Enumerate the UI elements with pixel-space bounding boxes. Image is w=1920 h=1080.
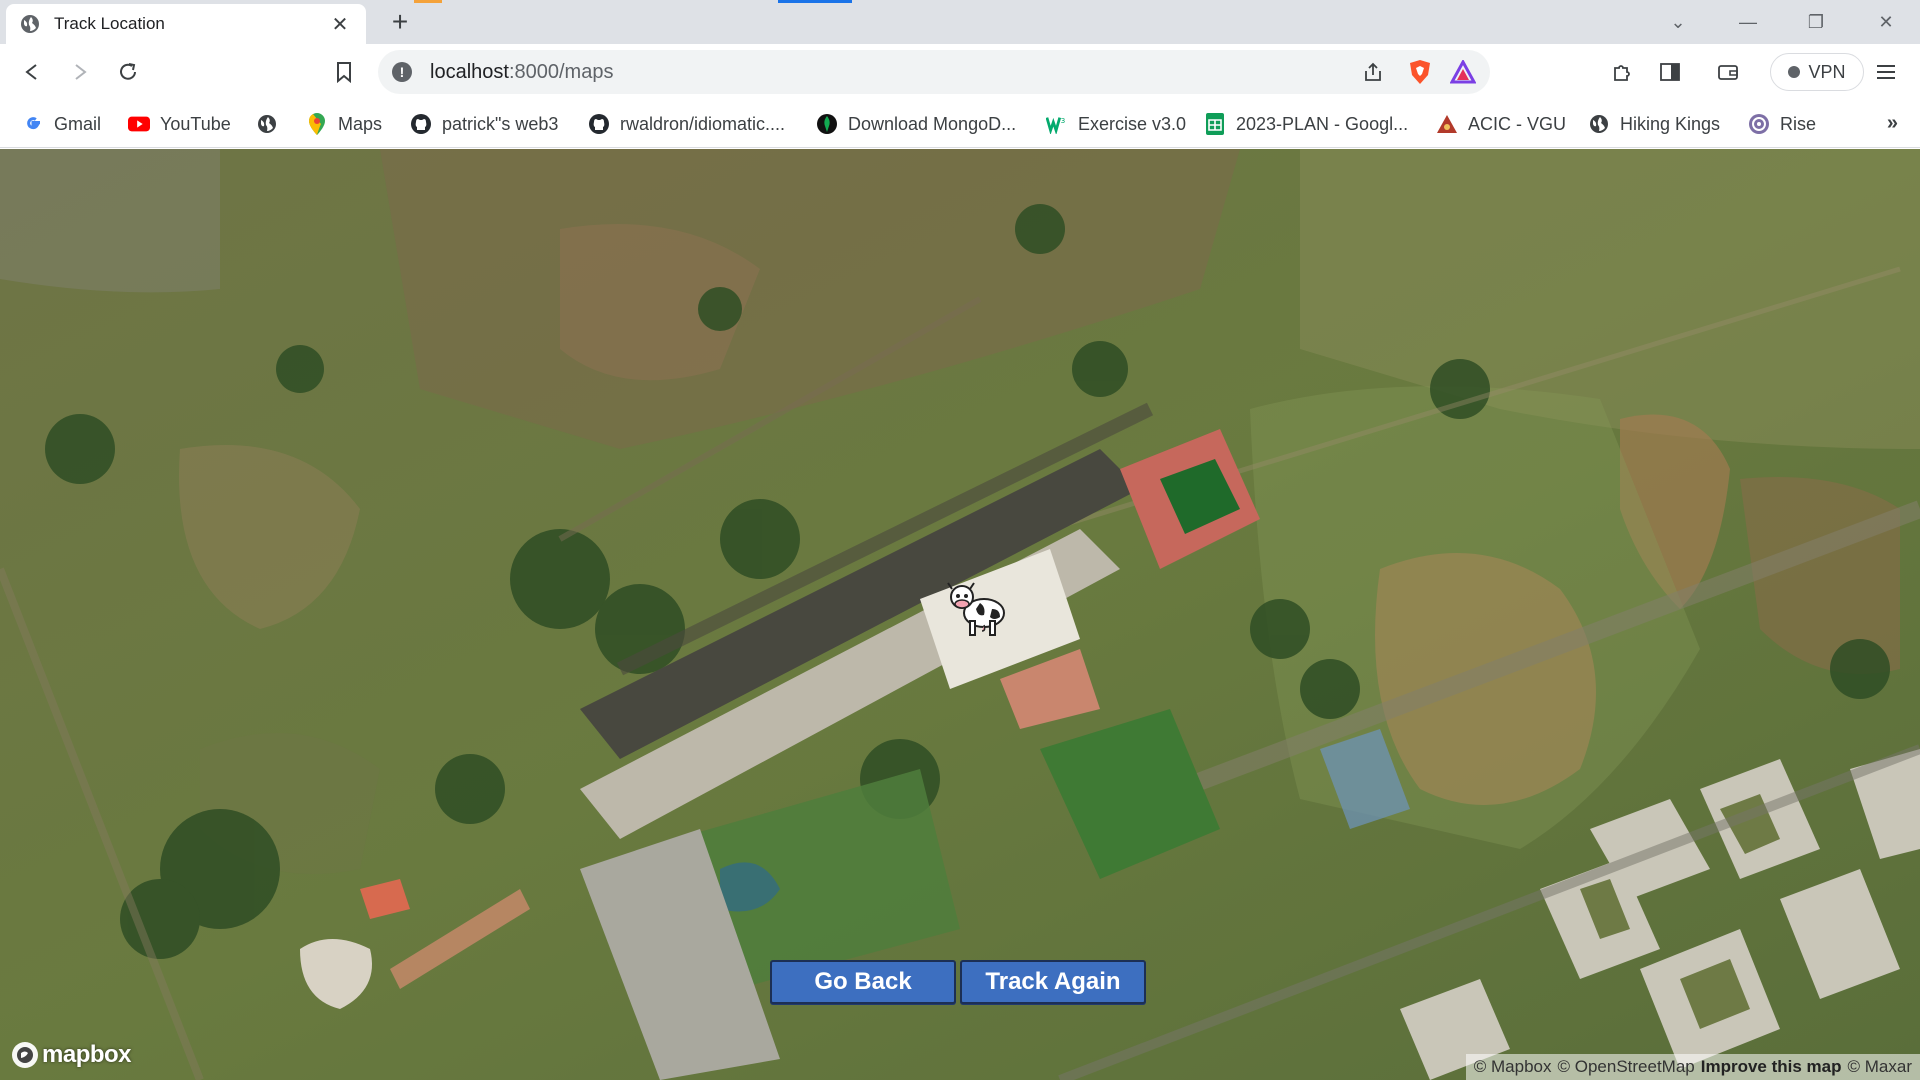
globe-icon (20, 14, 40, 34)
vpn-button[interactable]: VPN (1770, 53, 1864, 91)
mapbox-logo[interactable]: mapbox (12, 1041, 132, 1069)
github-icon (410, 113, 432, 135)
maps-icon (306, 113, 328, 135)
attribution-osm[interactable]: © OpenStreetMap (1557, 1057, 1694, 1077)
bookmark-mongodb[interactable]: Download MongoD... (816, 110, 1016, 138)
sheets-icon (1204, 113, 1226, 135)
bookmark-label: YouTube (160, 113, 231, 134)
bookmark-label: Exercise v3.0 (1078, 113, 1187, 134)
vpn-label: VPN (1808, 61, 1846, 82)
improve-map-link[interactable]: Improve this map (1701, 1057, 1842, 1077)
bookmark-exercise[interactable]: 3 Exercise v3.0 (1046, 110, 1186, 138)
mongodb-icon (816, 113, 838, 135)
go-back-button[interactable]: Go Back (770, 960, 956, 1004)
forward-button[interactable] (62, 54, 98, 90)
rise-icon (1748, 113, 1770, 135)
new-tab-button[interactable]: + (384, 6, 416, 38)
tab-close-icon[interactable]: ✕ (328, 12, 352, 37)
more-bookmarks-button[interactable]: » (1887, 112, 1898, 135)
bookmark-label: 2023-PLAN - Googl... (1236, 113, 1409, 134)
url-host: localhost (430, 60, 509, 83)
browser-toolbar: ! localhost:8000/maps VPN (0, 44, 1920, 100)
attribution-mapbox[interactable]: © Mapbox (1474, 1057, 1552, 1077)
attribution-maxar[interactable]: © Maxar (1848, 1057, 1912, 1077)
hamburger-menu-icon (1877, 65, 1895, 79)
wallet-icon (1718, 65, 1738, 80)
bookmarks-bar: Gmail YouTube Maps patrick"s web3 rwaldr… (0, 100, 1920, 148)
cow-icon[interactable] (946, 579, 1010, 641)
close-window-button[interactable]: ✕ (1866, 6, 1906, 38)
mapbox-wordmark: mapbox (42, 1041, 132, 1068)
back-arrow-icon (25, 64, 37, 80)
tab-search-icon[interactable]: ⌄ (1658, 6, 1698, 38)
bookmark-label: ACIC - VGU (1468, 113, 1567, 134)
youtube-icon (128, 113, 150, 135)
bookmark-gmail[interactable]: Gmail (22, 110, 101, 138)
bookmark-idiomatic[interactable]: rwaldron/idiomatic.... (588, 110, 785, 138)
extensions-button[interactable] (1604, 54, 1640, 90)
brave-shield-icon[interactable] (1408, 59, 1432, 90)
acic-icon (1436, 113, 1458, 135)
vpn-status-icon (1788, 66, 1801, 78)
map-view[interactable]: Go Back Track Again mapbox © Mapbox © Op… (0, 149, 1920, 1080)
tab-accent (414, 0, 442, 3)
bookmark-label: rwaldron/idiomatic.... (620, 113, 786, 134)
reload-icon (120, 63, 136, 80)
track-again-button[interactable]: Track Again (960, 960, 1146, 1004)
gmail-icon (22, 113, 44, 135)
menu-button[interactable] (1868, 54, 1904, 90)
tab-track-location[interactable]: Track Location ✕ (6, 4, 366, 44)
puzzle-icon (1614, 65, 1630, 81)
github-icon (588, 113, 610, 135)
bookmark-hiking-kings[interactable]: Hiking Kings (1588, 110, 1720, 138)
mapbox-icon (12, 1042, 38, 1068)
reload-button[interactable] (110, 54, 146, 90)
url-path: :8000/maps (508, 60, 614, 83)
bookmark-label: Hiking Kings (1620, 113, 1721, 134)
svg-text:3: 3 (1061, 116, 1066, 125)
bookmark-label: Rise (1780, 113, 1817, 134)
minimize-button[interactable]: — (1728, 6, 1768, 38)
globe-icon (1588, 113, 1610, 135)
url-text: localhost:8000/maps (430, 61, 613, 84)
back-button[interactable] (14, 54, 50, 90)
bookmark-icon (337, 62, 351, 83)
share-icon[interactable] (1362, 61, 1384, 88)
bookmark-button[interactable] (326, 54, 362, 90)
map-action-buttons: Go Back Track Again (770, 960, 1146, 1004)
bookmark-label: patrick"s web3 (442, 113, 559, 134)
bookmark-label: Maps (338, 113, 383, 134)
bookmark-rise[interactable]: Rise (1748, 110, 1816, 138)
restore-button[interactable]: ❐ (1796, 6, 1836, 38)
globe-icon (256, 113, 278, 135)
wallet-button[interactable] (1710, 54, 1746, 90)
site-info-icon[interactable]: ! (392, 62, 412, 82)
sidebar-button[interactable] (1652, 54, 1688, 90)
sidebar-icon (1660, 63, 1680, 81)
tab-strip: Track Location ✕ + ⌄ — ❐ ✕ (0, 0, 1920, 44)
bookmark-2023-plan[interactable]: 2023-PLAN - Googl... (1204, 110, 1408, 138)
address-bar[interactable]: ! localhost:8000/maps (378, 50, 1490, 94)
bookmark-patricks-web3[interactable]: patrick"s web3 (410, 110, 558, 138)
forward-arrow-icon (75, 64, 87, 80)
bookmark-acic-vgu[interactable]: ACIC - VGU (1436, 110, 1566, 138)
tab-accent (778, 0, 852, 3)
bookmark-label: Gmail (54, 113, 102, 134)
bookmark-maps[interactable]: Maps (306, 110, 382, 138)
map-attribution: © Mapbox © OpenStreetMap Improve this ma… (1465, 1054, 1920, 1080)
bookmark-youtube[interactable]: YouTube (128, 110, 231, 138)
bookmark-label: Download MongoD... (848, 113, 1017, 134)
brave-rewards-icon[interactable] (1449, 58, 1477, 89)
tab-title: Track Location (54, 14, 165, 33)
w3schools-icon: 3 (1046, 113, 1068, 135)
bookmark-globe[interactable] (256, 110, 288, 138)
